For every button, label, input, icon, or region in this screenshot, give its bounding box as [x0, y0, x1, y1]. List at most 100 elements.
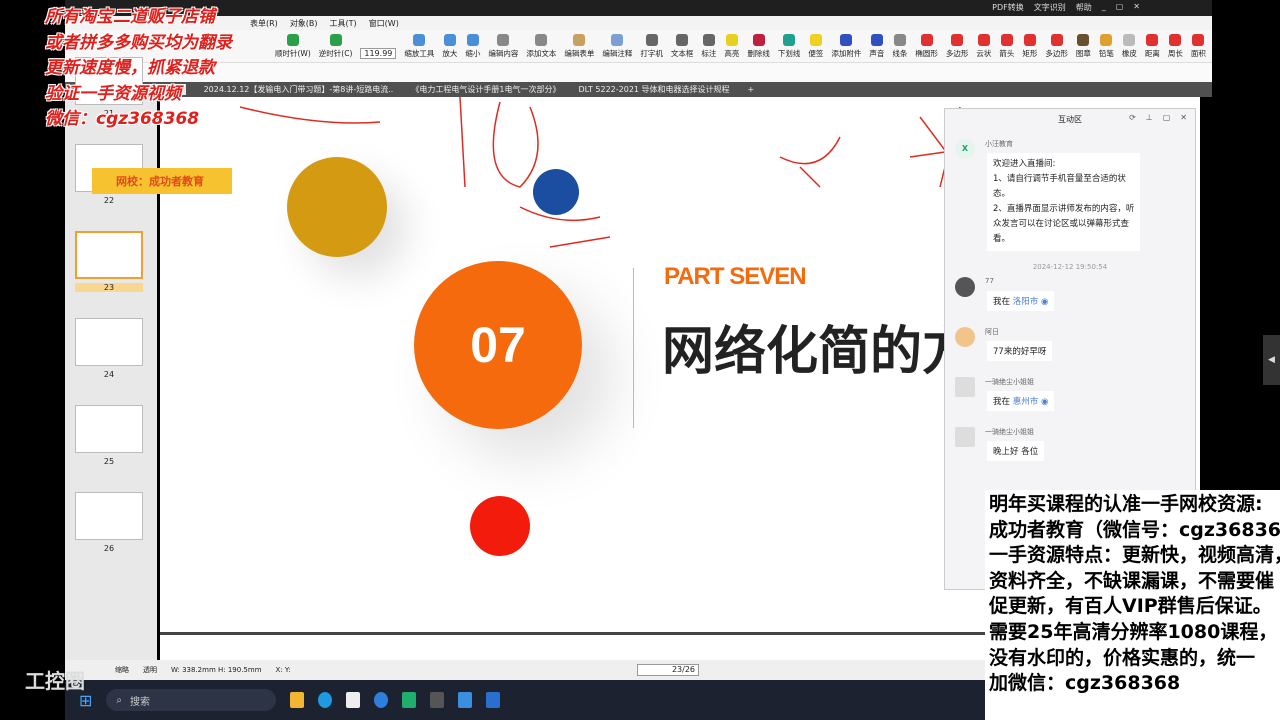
toolbar-button[interactable]: 多边形 [1045, 34, 1068, 59]
toolbar-button[interactable]: 编辑表单 [564, 34, 594, 59]
avatar [955, 327, 975, 347]
app-icon[interactable] [402, 692, 417, 708]
tool-label: 文本框 [670, 49, 694, 58]
toolbar-button[interactable]: 图章 [1076, 34, 1091, 59]
pdf-editor-icon[interactable] [458, 692, 473, 708]
slide-thumbnail[interactable] [75, 492, 143, 540]
toolbar-button[interactable]: 椭圆形 [915, 34, 938, 59]
toolbar-button[interactable]: 缩小 [465, 34, 480, 59]
tool-icon [286, 34, 299, 46]
toolbar-button[interactable]: 添加文本 [526, 34, 556, 59]
toolbar-button[interactable]: 打字机 [640, 34, 663, 59]
title-bar: PDF转换 文字识别 帮助 _ ▢ ✕ [65, 0, 1212, 16]
pin-icon[interactable]: ⊥ [1146, 113, 1153, 122]
close-button[interactable]: ✕ [1133, 2, 1140, 13]
tool-label: 逆时针(C) [318, 49, 353, 58]
app-icon[interactable] [486, 692, 501, 708]
toolbar-button[interactable]: 下划线 [778, 34, 800, 59]
menu-form[interactable]: 表单(R) [250, 18, 278, 29]
tool-icon [809, 34, 822, 46]
toolbar-button[interactable]: 周长 [1168, 34, 1183, 59]
toolbar-button[interactable]: 删除线 [747, 34, 770, 59]
tool-icon [725, 34, 738, 46]
dock-icon[interactable]: ▢ [1163, 113, 1171, 122]
toolbar-button[interactable]: 距离 [1145, 34, 1160, 59]
toolbar-button[interactable]: 云状 [976, 34, 991, 59]
new-tab-button[interactable]: + [748, 85, 755, 94]
taskbar-search[interactable]: ⌕ 搜索 [106, 689, 277, 711]
tab-manual[interactable]: 《电力工程电气设计手册1电气一次部分》 [411, 84, 560, 95]
toolbar-button[interactable]: 多边形 [946, 34, 968, 59]
toolbar-button[interactable]: 铅笔 [1099, 34, 1114, 59]
toolbar-button[interactable]: 面积 [1191, 34, 1206, 59]
toolbar-button[interactable]: 逆时针(C) [318, 34, 353, 59]
toolbar-button[interactable]: 矩形 [1022, 34, 1037, 59]
file-explorer-icon[interactable] [290, 692, 305, 708]
sender-name: 一骑绝尘小姐姐 [985, 428, 1034, 436]
slide-thumbnail[interactable] [75, 231, 143, 279]
toolbar-button[interactable]: 顺时针(W) [275, 34, 311, 59]
tool-icon [840, 34, 853, 46]
toolbar-button[interactable]: 编辑内容 [488, 34, 518, 59]
app-icon[interactable] [430, 692, 445, 708]
search-placeholder: 搜索 [130, 696, 151, 708]
overlay-line: 微信：cgz368368 [45, 109, 200, 129]
tool-icon [329, 34, 342, 46]
toolbar-button[interactable]: 标注 [701, 34, 716, 59]
toolbar-button[interactable]: 编辑注释 [602, 34, 632, 59]
slide-thumbnail[interactable] [75, 405, 143, 453]
location-pin-icon: ◉ [1040, 297, 1049, 307]
tool-label: 高亮 [724, 49, 740, 58]
toolbar-button[interactable]: 添加附件 [831, 34, 861, 59]
menu-tools[interactable]: 工具(T) [330, 18, 357, 29]
help-button[interactable]: 帮助 [1076, 2, 1092, 13]
page-number-input[interactable]: 23/26 [637, 664, 699, 676]
minimize-button[interactable]: _ [1102, 2, 1106, 13]
ad-line: 成功者教育（微信号：cgz368368) [989, 518, 1280, 541]
tool-icon [752, 34, 765, 46]
tool-icon [645, 34, 658, 46]
tool-icon [443, 34, 456, 46]
tool-icon [573, 34, 586, 46]
location-link[interactable]: 惠州市 [1013, 397, 1039, 407]
toolbar-button[interactable]: 高亮 [724, 34, 739, 59]
tool-icon [1000, 34, 1013, 46]
slide-thumbnail[interactable] [75, 318, 143, 366]
close-icon[interactable]: ✕ [1180, 113, 1187, 122]
side-expand-button[interactable]: ◀ [1263, 335, 1280, 385]
toolbar-button[interactable]: 橡皮 [1122, 34, 1137, 59]
tool-label: 云状 [976, 49, 992, 58]
ie-icon[interactable] [374, 692, 389, 708]
menu-window[interactable]: 窗口(W) [369, 18, 399, 29]
edge-icon[interactable] [318, 692, 333, 708]
thumbnail-toggle[interactable]: 缩略 [115, 665, 129, 675]
toolbar-button[interactable]: 便签 [808, 34, 823, 59]
toolbar-button[interactable]: 文本框 [670, 34, 694, 59]
tool-icon [893, 34, 906, 46]
store-icon[interactable] [346, 692, 361, 708]
tab-dlt[interactable]: DLT 5222-2021 导体和电器选择设计规程 [578, 84, 729, 95]
refresh-icon[interactable]: ⟳ [1129, 113, 1136, 122]
toolbar-button[interactable]: 箭头 [999, 34, 1014, 59]
zoom-select[interactable]: 119.99 [360, 48, 397, 59]
ad-line: 一手资源特点：更新快，视频高清， [989, 544, 1280, 567]
menu-object[interactable]: 对象(B) [290, 18, 318, 29]
maximize-button[interactable]: ▢ [1116, 2, 1124, 13]
toolbar-button[interactable]: 线条 [892, 34, 907, 59]
tool-icon [1146, 34, 1159, 46]
tool-icon [466, 34, 479, 46]
ocr-button[interactable]: 文字识别 [1034, 2, 1066, 13]
tool-label: 缩小 [465, 49, 481, 58]
tool-label: 图章 [1075, 49, 1091, 58]
tool-label: 删除线 [747, 49, 770, 58]
tab-lecture[interactable]: 2024.12.12【发输电入门带习题】-第8讲-短路电流.. [204, 84, 394, 95]
toolbar-button[interactable]: 放大 [442, 34, 457, 59]
toolbar-button[interactable]: 声音 [869, 34, 884, 59]
tool-icon [497, 34, 510, 46]
pdf-convert-button[interactable]: PDF转换 [992, 2, 1024, 13]
location-link[interactable]: 洛阳市 [1013, 297, 1039, 307]
tool-icon [783, 34, 796, 46]
transparency-label[interactable]: 透明 [143, 665, 157, 675]
message-line: 欢迎进入直播间: [993, 159, 1056, 169]
toolbar-button[interactable]: 缩放工具 [404, 34, 434, 59]
